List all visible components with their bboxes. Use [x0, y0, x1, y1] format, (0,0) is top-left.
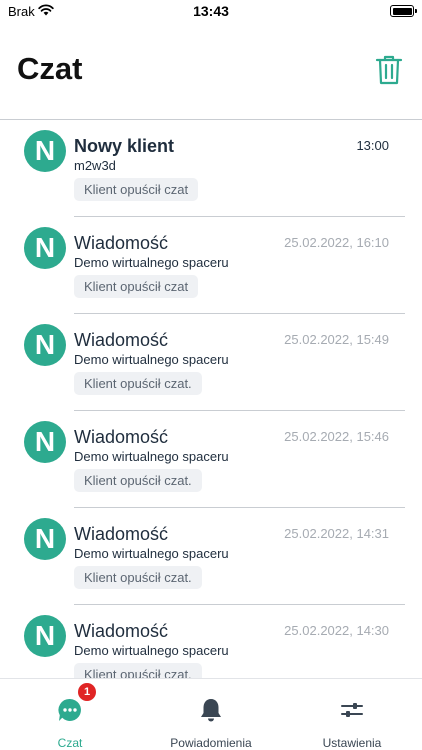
chat-title: Wiadomość [74, 427, 169, 447]
chat-list-item[interactable]: N Wiadomość 25.02.2022, 14:31 Demo wirtu… [0, 508, 422, 605]
status-badge: Klient opuścił czat [74, 275, 199, 298]
status-badge: Klient opuścił czat. [74, 372, 202, 395]
status-bar: Brak 13:43 [0, 0, 422, 24]
tab-bar: 1 Czat Powiadomienia Ustawienia [0, 678, 422, 750]
chat-timestamp: 25.02.2022, 15:49 [284, 332, 389, 347]
bell-icon [201, 699, 221, 722]
notification-badge: 1 [78, 683, 96, 701]
chat-title: Nowy klient [74, 136, 175, 156]
chat-timestamp: 25.02.2022, 14:30 [284, 623, 389, 638]
clock: 13:43 [193, 3, 229, 19]
chat-subtitle: Demo wirtualnego spaceru [74, 255, 229, 270]
status-badge: Klient opuścił czat [74, 178, 199, 201]
chat-timestamp: 25.02.2022, 16:10 [284, 235, 389, 250]
chat-subtitle: Demo wirtualnego spaceru [74, 352, 229, 367]
status-badge: Klient opuścił czat. [74, 469, 202, 492]
page-title: Czat [17, 51, 83, 86]
chat-subtitle: m2w3d [74, 158, 116, 173]
avatar: N [24, 518, 66, 560]
tab-label: Powiadomienia [170, 736, 252, 750]
trash-icon [375, 55, 403, 85]
status-badge: Klient opuścił czat. [74, 566, 202, 589]
avatar: N [24, 227, 66, 269]
chat-title: Wiadomość [74, 233, 169, 253]
avatar: N [24, 130, 66, 172]
sliders-icon [341, 703, 363, 717]
avatar: N [24, 324, 66, 366]
chat-list-item[interactable]: N Wiadomość 25.02.2022, 15:46 Demo wirtu… [0, 411, 422, 508]
tab-label: Czat [57, 736, 83, 750]
chat-subtitle: Demo wirtualnego spaceru [74, 449, 229, 464]
tab-settings[interactable]: Ustawienia [282, 679, 422, 750]
tab-label: Ustawienia [322, 736, 382, 750]
avatar: N [24, 421, 66, 463]
header: Czat [0, 24, 422, 120]
chat-timestamp: 25.02.2022, 15:46 [284, 429, 389, 444]
chat-subtitle: Demo wirtualnego spaceru [74, 546, 229, 561]
chat-title: Wiadomość [74, 621, 169, 641]
chat-list-item[interactable]: N Wiadomość 25.02.2022, 15:49 Demo wirtu… [0, 314, 422, 411]
chat-list-item[interactable]: N Nowy klient 13:00 m2w3d Klient opuścił… [0, 120, 422, 217]
tab-chat[interactable]: 1 Czat [0, 679, 140, 750]
avatar: N [24, 615, 66, 657]
status-badge: Klient opuścił czat. [74, 663, 202, 678]
chat-timestamp: 13:00 [356, 138, 389, 153]
chat-title: Wiadomość [74, 330, 169, 350]
chat-timestamp: 25.02.2022, 14:31 [284, 526, 389, 541]
chat-list[interactable]: N Nowy klient 13:00 m2w3d Klient opuścił… [0, 120, 422, 678]
chat-list-item[interactable]: N Wiadomość 25.02.2022, 16:10 Demo wirtu… [0, 217, 422, 314]
chat-title: Wiadomość [74, 524, 169, 544]
battery-icon [390, 5, 417, 17]
chat-bubble-icon [58, 698, 81, 721]
chat-list-item[interactable]: N Wiadomość 25.02.2022, 14:30 Demo wirtu… [0, 605, 422, 678]
delete-button[interactable] [374, 54, 404, 86]
tab-notifications[interactable]: Powiadomienia [141, 679, 281, 750]
chat-subtitle: Demo wirtualnego spaceru [74, 643, 229, 658]
